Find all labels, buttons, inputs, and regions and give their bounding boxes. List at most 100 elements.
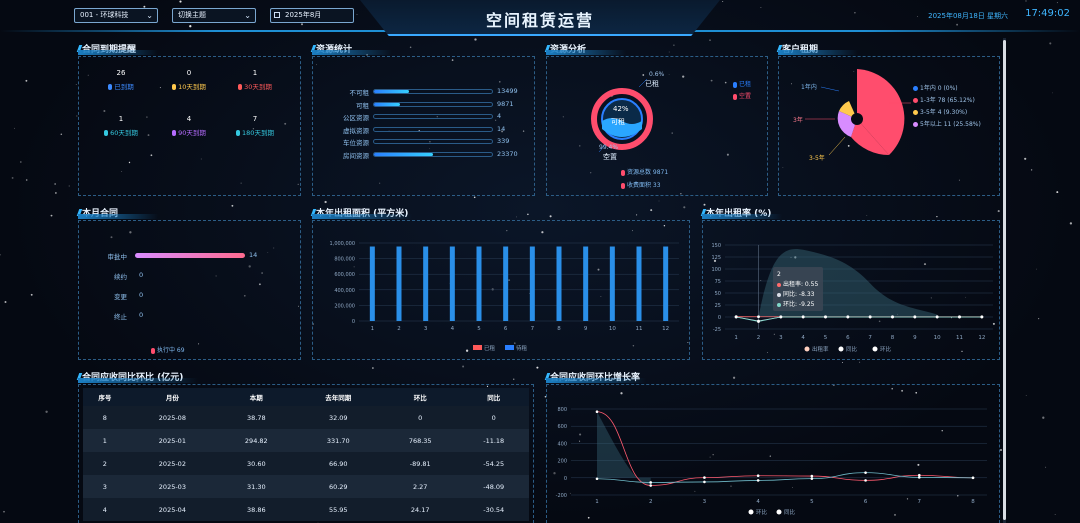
x-tick-label: 2 bbox=[649, 499, 653, 505]
calendar-icon bbox=[274, 12, 280, 18]
reminder-item[interactable]: 0 10天到期 bbox=[159, 69, 219, 91]
company-select[interactable]: 001 - 环球科技 ⌄ bbox=[74, 8, 158, 23]
star bbox=[515, 216, 517, 218]
star bbox=[25, 79, 28, 82]
series-point bbox=[649, 484, 653, 487]
series-point bbox=[756, 474, 760, 478]
resource-ring-chart bbox=[591, 78, 653, 153]
star bbox=[4, 301, 7, 303]
series-point bbox=[810, 474, 814, 478]
star bbox=[3, 510, 5, 513]
resource-stats-panel: 不可租 13499 可租 9871 公区资源 4 虚拟资源 14 车位资源 339 房间资源 2337… bbox=[312, 56, 535, 196]
table-cell: 66.90 bbox=[328, 459, 348, 468]
legend-swatch bbox=[913, 86, 918, 91]
y-tick-label: 150 bbox=[711, 243, 721, 249]
x-tick-label: 3 bbox=[703, 499, 707, 505]
table-row[interactable]: 3 2025-03 31.30 60.29 2.27 -48.09 bbox=[83, 475, 529, 498]
legend-label: 出租率 bbox=[812, 345, 829, 353]
reminder-item[interactable]: 1 30天到期 bbox=[225, 69, 285, 91]
x-tick-label: 11 bbox=[636, 326, 643, 332]
reminder-item[interactable]: 1 60天到期 bbox=[91, 115, 151, 137]
star bbox=[231, 204, 234, 207]
y-tick-label: 0 bbox=[352, 319, 355, 325]
chevron-down-icon: ⌄ bbox=[146, 11, 153, 20]
theme-select[interactable]: 切换主题 ⌄ bbox=[172, 8, 256, 23]
table-cell: 31.30 bbox=[247, 482, 266, 491]
scrollbar[interactable] bbox=[1003, 38, 1006, 523]
reminder-item[interactable]: 7 180天到期 bbox=[225, 115, 285, 137]
growth-chart: 800 600 400 200 0 -200 1 2 3 4 5 6 7 8 环比 同比 bbox=[556, 407, 987, 516]
chart-tooltip: 2 出租率: 0.55 同比: -8.33 环比: -9.25 bbox=[773, 267, 823, 311]
star bbox=[45, 410, 48, 413]
x-tick-label: 2 bbox=[757, 335, 761, 341]
contract-status-label: 变更 bbox=[114, 293, 127, 301]
contract-status-bar bbox=[135, 253, 245, 258]
table-header-cell: 序号 bbox=[83, 388, 127, 406]
star bbox=[60, 133, 63, 136]
contract-status-value: 0 bbox=[139, 311, 144, 319]
y-tick-label: -25 bbox=[713, 327, 721, 333]
rent-rate-chart: 1501251007550250-251 2 3 4 5 6 7 8 9 10 11 12出租率 同比环… bbox=[711, 243, 993, 353]
reminder-count: 4 bbox=[186, 115, 192, 123]
series-point bbox=[971, 476, 975, 480]
tooltip-row: 环比: -9.25 bbox=[777, 300, 819, 310]
legend-swatch bbox=[804, 346, 810, 352]
y-tick-label: 600 bbox=[557, 424, 567, 430]
x-tick-label: 10 bbox=[609, 326, 616, 332]
y-tick-label: 0 bbox=[718, 315, 721, 321]
x-tick-label: 4 bbox=[801, 335, 805, 341]
growth-panel: 800 600 400 200 0 -200 1 2 3 4 5 6 7 8 环比 同比 bbox=[546, 384, 1000, 523]
bar-pending bbox=[396, 246, 402, 321]
table-row[interactable]: 4 2025-04 38.86 55.95 24.17 -30.54 bbox=[83, 498, 529, 521]
table-cell: 2025-08 bbox=[158, 413, 186, 422]
y-tick-label: 400 bbox=[557, 441, 567, 447]
table-cell: 2025-04 bbox=[158, 505, 186, 514]
table-row[interactable]: 1 2025-01 294.82 331.70 768.35 -11.18 bbox=[83, 429, 529, 452]
x-tick-label: 7 bbox=[531, 326, 535, 332]
reminder-item[interactable]: 26 已到期 bbox=[91, 69, 151, 91]
star bbox=[732, 376, 736, 379]
center-label: 可租 bbox=[611, 118, 625, 126]
table-cell: 0 bbox=[491, 413, 496, 422]
reminder-item[interactable]: 4 90天到期 bbox=[159, 115, 219, 137]
star bbox=[1056, 191, 1059, 194]
resource-bar bbox=[373, 101, 493, 107]
table-row[interactable]: 2 2025-02 30.60 66.90 -89.81 -54.25 bbox=[83, 452, 529, 475]
scrollbar-thumb[interactable] bbox=[1003, 40, 1006, 520]
table-cell: -54.25 bbox=[483, 459, 505, 468]
month-picker[interactable]: 2025年8月 bbox=[270, 8, 354, 23]
star bbox=[462, 365, 465, 368]
title-bar bbox=[702, 214, 782, 219]
reminder-count: 7 bbox=[252, 115, 258, 123]
reminder-label: 60天到期 bbox=[91, 127, 151, 137]
table-cell: 2025-01 bbox=[158, 436, 186, 445]
resource-bar-fill bbox=[374, 102, 400, 106]
series-line bbox=[736, 316, 982, 322]
star bbox=[409, 46, 412, 49]
theme-select-value: 切换主题 bbox=[178, 11, 206, 19]
legend-item: 5年以上 11 (25.58%) bbox=[913, 119, 981, 128]
table-cell: 768.35 bbox=[408, 436, 432, 445]
star bbox=[1054, 513, 1056, 516]
table-header-row: 序号 月份 本期 去年同期 环比 同比 bbox=[83, 388, 529, 406]
legend-swatch bbox=[473, 345, 482, 350]
table-cell: -48.09 bbox=[483, 482, 505, 491]
leader-line bbox=[828, 136, 846, 156]
table-header-cell: 环比 bbox=[381, 388, 459, 406]
resource-value: 13499 bbox=[497, 87, 518, 95]
star bbox=[673, 44, 675, 46]
reminder-dot bbox=[236, 130, 241, 136]
series-point bbox=[846, 315, 850, 319]
resource-bar bbox=[373, 89, 493, 94]
star bbox=[30, 293, 33, 296]
y-tick-label: 200,000 bbox=[334, 303, 355, 309]
star bbox=[474, 38, 477, 41]
pie-label: 1年内 bbox=[801, 84, 817, 91]
x-tick-label: 7 bbox=[868, 335, 872, 341]
star bbox=[75, 84, 77, 85]
series-point bbox=[703, 480, 706, 484]
star bbox=[1038, 318, 1040, 320]
star bbox=[1045, 466, 1047, 468]
table-cell: 55.95 bbox=[328, 505, 348, 514]
table-row[interactable]: 8 2025-08 38.78 32.09 0 0 bbox=[83, 406, 529, 429]
